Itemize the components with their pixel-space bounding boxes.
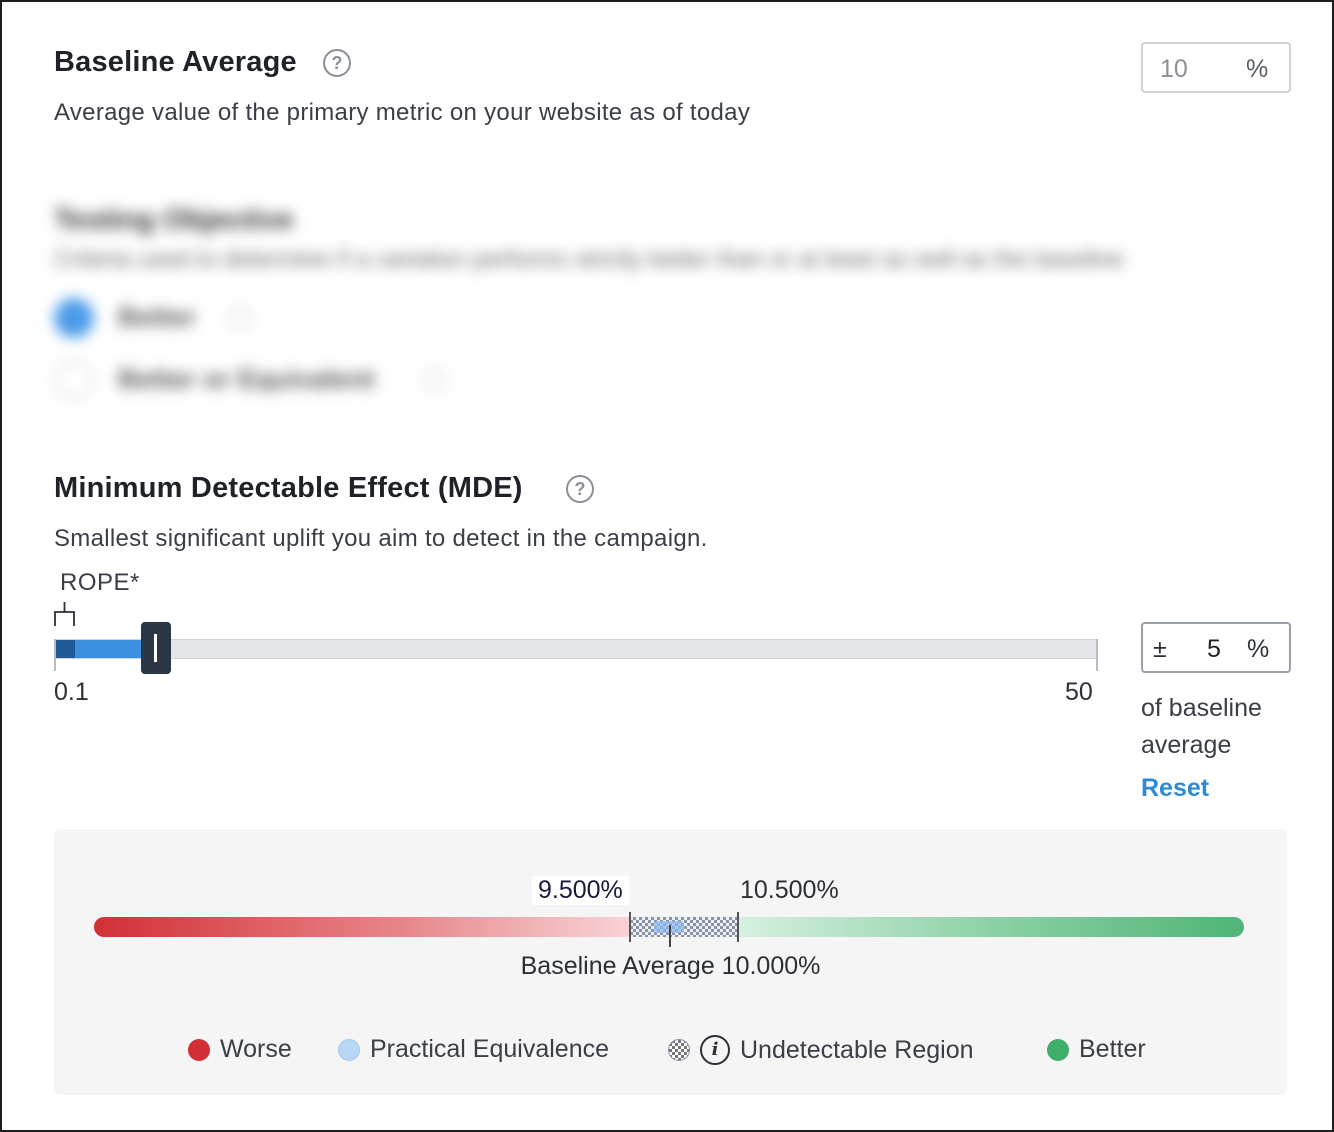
baseline-input[interactable]: 10 % (1141, 42, 1291, 93)
info-icon[interactable]: i (700, 1035, 730, 1065)
lower-bound-marker (629, 912, 631, 942)
rope-bracket-icon (54, 602, 75, 626)
radio-better-or-equivalent-label: Better or Equivalent (118, 364, 375, 394)
baseline-input-value[interactable]: 10 (1160, 55, 1188, 84)
mde-title: Minimum Detectable Effect (MDE) (54, 472, 523, 504)
legend-equivalence-label: Practical Equivalence (370, 1035, 610, 1063)
mde-caption: of baseline average (1141, 694, 1262, 759)
help-icon[interactable]: ? (323, 49, 351, 77)
mde-input-value[interactable]: 5 (1207, 635, 1221, 664)
upper-bound-marker (737, 912, 739, 942)
radio-better-or-equivalent[interactable] (54, 360, 94, 400)
checkered-icon (668, 1039, 690, 1061)
better-region (738, 917, 1244, 937)
legend-equivalence: Practical Equivalence (338, 1035, 609, 1064)
objective-title: Testing Objective (54, 204, 294, 236)
slider-min-tick (54, 639, 56, 671)
help-icon[interactable] (228, 306, 252, 330)
baseline-title: Baseline Average (54, 46, 297, 78)
rope-label: ROPE* (60, 569, 140, 596)
mde-visualization: 9.500% 10.500% Baseline Average 10.000% … (54, 829, 1287, 1095)
upper-bound-label: 10.500% (740, 876, 839, 904)
radio-better-label: Better (118, 302, 197, 332)
legend-worse-label: Worse (220, 1035, 292, 1063)
settings-panel: Baseline Average ? Average value of the … (0, 0, 1334, 1132)
mde-slider-track[interactable] (54, 639, 1098, 659)
baseline-caption: Baseline Average 10.000% (520, 952, 821, 980)
legend-undetectable: i Undetectable Region (668, 1035, 974, 1065)
help-icon[interactable]: ? (566, 475, 594, 503)
reset-link[interactable]: Reset (1141, 774, 1209, 803)
plus-minus-sign: ± (1153, 635, 1167, 663)
slider-max-label: 50 (1065, 678, 1093, 706)
green-dot-icon (1047, 1038, 1069, 1061)
effect-range-bar (94, 912, 1244, 947)
mde-description: Smallest significant uplift you aim to d… (54, 525, 708, 552)
red-dot-icon (188, 1038, 210, 1061)
rope-region (55, 640, 75, 658)
baseline-unit: % (1246, 55, 1269, 83)
baseline-description: Average value of the primary metric on y… (54, 99, 751, 126)
blue-dot-icon (338, 1038, 360, 1061)
mde-unit: % (1247, 635, 1270, 663)
undetectable-region (630, 917, 738, 937)
mde-slider-handle[interactable] (141, 622, 171, 674)
worse-region (94, 917, 630, 937)
mde-input[interactable]: ± 5 % (1141, 622, 1291, 673)
help-icon[interactable] (422, 368, 446, 392)
slider-max-tick (1096, 639, 1098, 671)
objective-description: Criteria used to determine if a variatio… (54, 246, 1124, 273)
radio-better[interactable] (54, 298, 94, 338)
testing-objective-section: Testing Objective Criteria used to deter… (50, 192, 1290, 422)
lower-bound-label: 9.500% (532, 876, 629, 905)
legend-better: Better (1047, 1035, 1146, 1064)
slider-min-label: 0.1 (54, 678, 89, 706)
legend-undetectable-label: Undetectable Region (740, 1035, 974, 1064)
baseline-marker (669, 925, 671, 947)
legend-better-label: Better (1079, 1035, 1146, 1063)
legend-worse: Worse (188, 1035, 292, 1064)
